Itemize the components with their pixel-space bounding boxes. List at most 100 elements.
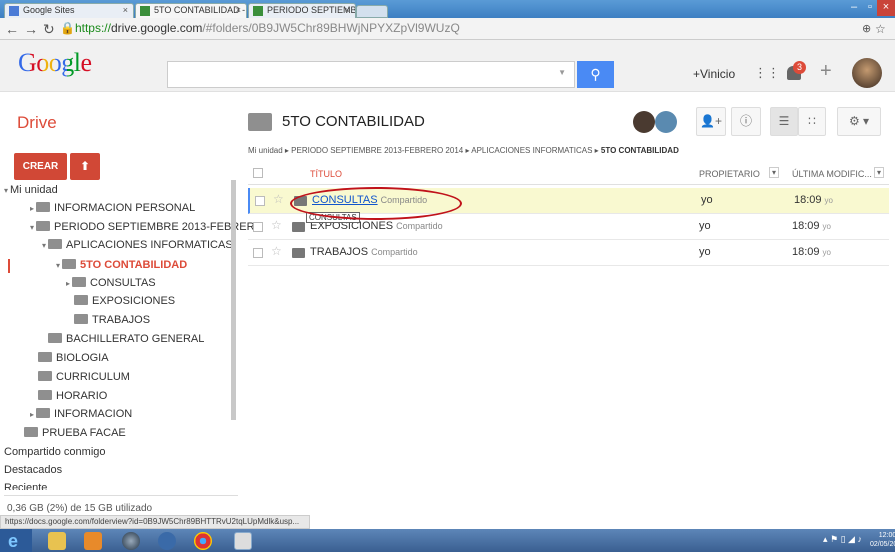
shared-folder-icon [292,222,305,232]
star-icon[interactable]: ☆ [273,192,284,206]
back-arrow-icon[interactable]: ← [5,21,19,37]
tree-item-exposiciones[interactable]: EXPOSICIONES [74,294,175,308]
lock-icon: 🔒 [60,21,75,35]
tree-item-bachillerato[interactable]: BACHILLERATO GENERAL [48,332,204,346]
upload-button[interactable]: ⬆ [70,153,100,180]
notifications-bell[interactable]: 3 [787,61,806,81]
nav-starred[interactable]: Destacados [4,463,62,477]
bookmark-star-icon[interactable]: ☆ [875,21,886,37]
app-icon[interactable] [84,532,102,550]
tree-item-periodo[interactable]: ▾ PERIODO SEPTIEMBRE 2013-FEBRERO [30,220,263,235]
maximize-button[interactable]: ▫ [863,0,877,16]
modified-time: 18:09 yo [792,246,831,258]
file-row-trabajos[interactable]: ☆ TRABAJOS Compartido yo 18:09 yo [248,240,889,266]
file-name[interactable]: TRABAJOS Compartido [310,246,418,258]
tree-item-consultas[interactable]: ▸ CONSULTAS [66,276,156,291]
collapse-arrow-icon[interactable]: ▾ [42,241,46,250]
google-logo[interactable]: Google [18,48,92,78]
breadcrumb-link[interactable]: Mi unidad [248,146,283,155]
media-player-icon[interactable] [122,532,140,550]
close-tab-icon[interactable]: × [345,4,350,17]
star-icon[interactable]: ☆ [271,218,282,232]
new-tab-button[interactable] [356,5,388,18]
user-name-link[interactable]: +Vinicio [693,67,735,81]
create-button[interactable]: CREAR [14,153,67,180]
zoom-icon[interactable]: ⊕ [862,21,871,37]
file-name-link[interactable]: TRABAJOS [310,246,368,258]
modified-sort-icon[interactable]: ▾ [874,167,885,178]
breadcrumb-link[interactable]: APLICACIONES INFORMATICAS [471,146,592,155]
search-dropdown-icon[interactable]: ▼ [558,68,566,77]
avatar[interactable] [852,58,882,88]
chrome-icon[interactable] [194,532,212,550]
address-bar-row: ← → ↻ 🔒https://drive.google.com/#folders… [0,18,895,40]
expand-arrow-icon[interactable]: ▸ [30,410,34,419]
tab-drive-folder[interactable]: 5TO CONTABILIDAD - Go × [135,3,247,18]
forward-arrow-icon[interactable]: → [24,21,38,37]
nav-recent[interactable]: Reciente [4,481,47,490]
tree-item-trabajos[interactable]: TRABAJOS [74,313,150,327]
tab-periodo[interactable]: PERIODO SEPTIEMBRE 20 × [248,3,356,18]
system-clock[interactable]: 12:00 02/05/2014 [870,531,895,549]
row-checkbox[interactable] [255,196,265,206]
time-value: 18:09 [792,220,820,232]
collapse-arrow-icon[interactable]: ▾ [56,261,60,270]
clock-time: 12:00 [878,532,895,539]
collaborator-avatar[interactable] [633,111,655,133]
tree-item-informacion[interactable]: ▸ INFORMACION [30,407,132,422]
minimize-button[interactable]: – [843,0,865,16]
file-explorer-icon[interactable] [48,532,66,550]
tree-item-informacion-personal[interactable]: ▸ INFORMACION PERSONAL [30,201,195,216]
collaborator-avatar[interactable] [655,111,677,133]
sidebar-scrollbar[interactable] [231,180,236,420]
select-all-checkbox[interactable] [253,168,263,178]
tree-item-mi-unidad[interactable]: ▾ Mi unidad [4,183,58,198]
close-tab-icon[interactable]: × [236,4,241,17]
internet-explorer-icon[interactable]: e [8,532,26,550]
folder-icon [48,239,63,249]
document-app-icon[interactable] [234,532,252,550]
column-header-modified[interactable]: ÚLTIMA MODIFIC... [792,169,872,179]
row-checkbox[interactable] [253,222,263,232]
breadcrumb-link[interactable]: PERIODO SEPTIEMBRE 2013-FEBRERO 2014 [291,146,463,155]
url-field[interactable]: 🔒https://drive.google.com/#folders/0B9JW… [60,20,860,37]
list-view-button[interactable]: ☰ [770,107,798,136]
tree-item-5to-contabilidad[interactable]: ▾ 5TO CONTABILIDAD [56,258,187,273]
search-button[interactable]: ⚲ [577,61,614,88]
tree-item-horario[interactable]: HORARIO [38,389,107,403]
close-window-button[interactable]: × [877,0,895,16]
tree-item-prueba-facae[interactable]: PRUEBA FACAE [24,426,126,440]
column-header-title[interactable]: TÍTULO [310,169,342,179]
row-checkbox[interactable] [253,248,263,258]
share-plus-icon[interactable]: + [820,60,832,83]
close-tab-icon[interactable]: × [123,4,128,17]
tree-item-curriculum[interactable]: CURRICULUM [38,370,130,384]
nav-label: Reciente [4,482,48,490]
folder-icon [38,371,52,381]
column-header-owner[interactable]: PROPIETARIO [699,169,760,179]
folder-title[interactable]: 5TO CONTABILIDAD [282,113,425,130]
folder-icon [36,202,51,212]
expand-arrow-icon[interactable]: ▸ [30,204,34,213]
tree-item-aplicaciones[interactable]: ▾ APLICACIONES INFORMATICAS [42,238,233,253]
expand-arrow-icon[interactable]: ▸ [66,279,70,288]
grid-view-button[interactable]: ∷ [798,107,826,136]
add-person-button[interactable]: 👤+ [696,107,726,136]
search-input[interactable]: ▼ [167,61,575,88]
drive-label[interactable]: Drive [17,113,57,133]
app-icon[interactable] [158,532,176,550]
shared-label: Compartido [396,221,443,231]
details-button[interactable]: ⓘ [731,107,761,136]
reload-icon[interactable]: ↻ [43,21,55,37]
tree-item-biologia[interactable]: BIOLOGIA [38,351,109,365]
star-icon[interactable]: ☆ [271,244,282,258]
apps-grid-icon[interactable]: ⋮⋮ [754,65,780,81]
collapse-arrow-icon[interactable]: ▾ [4,186,8,195]
owner-sort-icon[interactable]: ▾ [769,167,780,178]
modified-by: yo [822,222,831,231]
system-tray-icons[interactable]: ▴ ⚑ ▯ ◢ ♪ [823,534,862,545]
settings-button[interactable]: ⚙ ▾ [837,107,881,136]
nav-shared-with-me[interactable]: Compartido conmigo [4,445,106,459]
collapse-arrow-icon[interactable]: ▾ [30,223,34,232]
tab-google-sites[interactable]: Google Sites × [4,3,134,18]
